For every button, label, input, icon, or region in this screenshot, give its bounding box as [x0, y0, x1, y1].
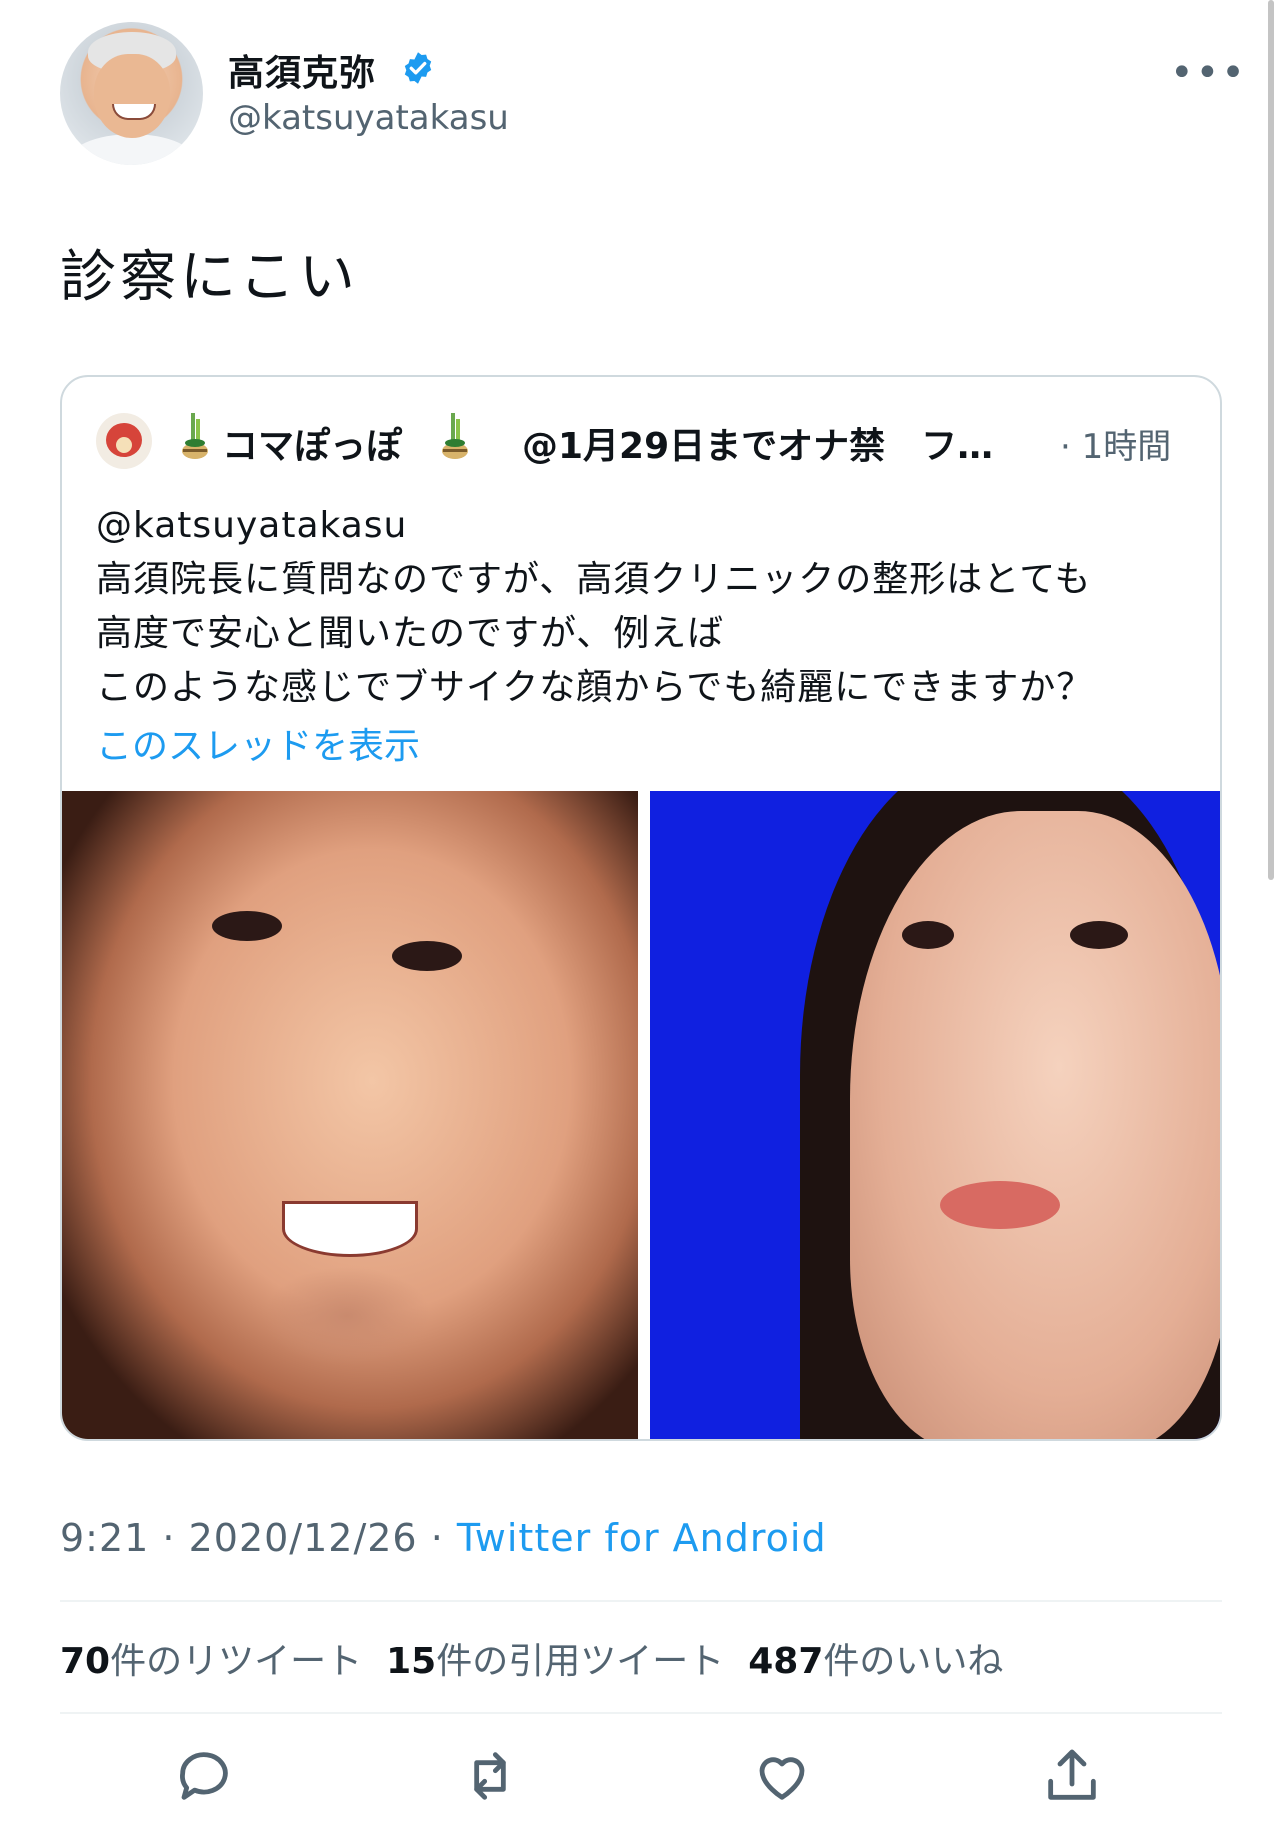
verified-badge-icon	[404, 52, 432, 84]
quote-image-before[interactable]	[62, 791, 638, 1439]
like-stat[interactable]: 487件のいいね	[748, 1641, 1003, 1682]
quote-text-line: 高度で安心と聞いたのですが、例えば	[96, 613, 725, 654]
author-avatar[interactable]	[60, 22, 203, 165]
tweet-time: 9:21	[60, 1516, 150, 1560]
quote-image-after[interactable]	[650, 791, 1220, 1439]
tweet-text: 診察にこい	[60, 245, 359, 310]
quote-text-line: 高須院長に質問なのですが、高須クリニックの整形はとても	[96, 559, 1092, 600]
quote-author-avatar[interactable]	[96, 413, 152, 469]
like-icon[interactable]	[750, 1744, 814, 1808]
tweet-date: 2020/12/26	[188, 1516, 418, 1560]
author-handle[interactable]: @katsuyatakasu	[228, 98, 509, 138]
tweet-stats: 70件のリツイート 15件の引用ツイート 487件のいいね	[60, 1632, 1003, 1684]
kadomatsu-icon	[182, 413, 208, 459]
meta-separator: ·	[149, 1516, 189, 1560]
retweet-icon[interactable]	[458, 1744, 522, 1808]
divider	[60, 1712, 1222, 1714]
quote-text-line: このような感じでブサイクな顔からでも綺麗にできますか？	[96, 667, 1094, 708]
share-icon[interactable]	[1040, 1744, 1104, 1808]
tweet-source[interactable]: Twitter for Android	[457, 1516, 827, 1560]
quote-text: @katsuyatakasu 高須院長に質問なのですが、高須クリニックの整形はと…	[96, 499, 1196, 715]
quote-author-name[interactable]: コマぽっぽ	[222, 417, 402, 469]
author-name[interactable]: 高須克弥	[228, 44, 376, 96]
quoted-tweet-card[interactable]: コマぽっぽ @1月29日までオナ禁 フ… · 1時間 @katsuyatakas…	[60, 375, 1222, 1441]
quote-author-handle[interactable]: @1月29日までオナ禁 フ…	[522, 417, 993, 469]
show-thread-link[interactable]: このスレッドを表示	[96, 717, 420, 769]
quote-tweet-stat[interactable]: 15件の引用ツイート	[386, 1641, 724, 1682]
quote-timestamp[interactable]: · 1時間	[1060, 419, 1171, 468]
retweet-stat[interactable]: 70件のリツイート	[60, 1641, 362, 1682]
tweet-metadata: 9:21 · 2020/12/26 · Twitter for Android	[60, 1516, 827, 1560]
image-divider	[638, 791, 650, 1439]
scrollbar[interactable]	[1268, 0, 1274, 880]
kadomatsu-icon	[442, 413, 468, 459]
reply-icon[interactable]	[172, 1744, 236, 1808]
more-options-icon[interactable]: •••	[1170, 50, 1247, 96]
divider	[60, 1600, 1222, 1602]
quote-text-line: @katsuyatakasu	[96, 505, 408, 546]
meta-separator: ·	[417, 1516, 457, 1560]
